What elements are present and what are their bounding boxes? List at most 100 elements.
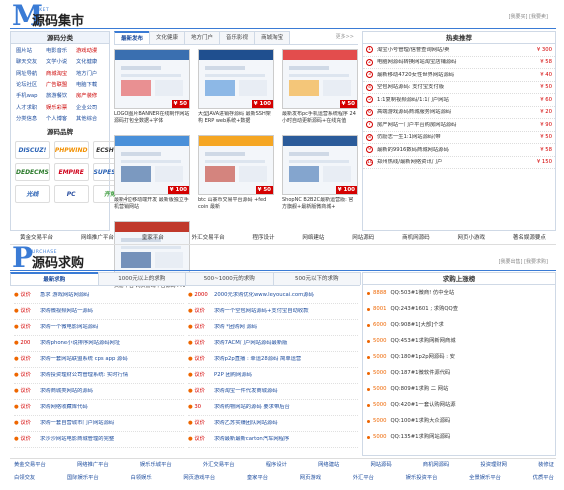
category-link[interactable]: 企业公司 — [76, 105, 106, 111]
category-link[interactable]: 论坛社区 — [16, 82, 46, 88]
want-title[interactable]: 求购购物网站的源码 要求带后台 — [214, 404, 358, 410]
hot-item[interactable]: 2 电脑网源码转换网站淘宝店铺源码 ¥ 58 — [363, 57, 555, 69]
want-row[interactable]: ● 议价 求购微视频网站一源码 — [14, 304, 184, 320]
want-tab[interactable]: 500~1000元的求购 — [185, 272, 274, 285]
category-link[interactable]: 房产装修 — [76, 93, 106, 99]
footer-link[interactable]: 网络建站 — [318, 462, 339, 468]
category-link[interactable]: 文化健康 — [76, 59, 106, 65]
want-row[interactable]: ● 议价 求购 *团购网 源码 — [188, 320, 358, 336]
want-tab[interactable]: 1000元以上的求购 — [97, 272, 186, 285]
market-header-links[interactable]: [我要买] [我要卖] — [509, 14, 548, 20]
want-row[interactable]: ● 议价 求购一个空包网站源码+支付宝自动收款 — [188, 304, 358, 320]
want-title[interactable]: 2000元求购优化www.leyoucai.com源码 — [214, 292, 358, 298]
want-title[interactable]: 求购投资理财公司管理系统: 实时行情 — [40, 372, 184, 378]
want-title[interactable]: 求购一套网站联盟系统 cps app 源码 — [40, 356, 184, 362]
rank-title[interactable]: QQ:187#1微软件源代码 — [390, 370, 450, 376]
brand-logo[interactable]: DEDECMS — [15, 163, 50, 182]
rank-title[interactable]: QQ:453#1求购网新网商城 — [390, 338, 455, 344]
category-link[interactable]: 游戏动漫 — [76, 48, 106, 54]
rank-item[interactable]: 8001 QQ:243#1601 ; 求购QQ查 — [363, 301, 555, 317]
want-title[interactable]: 求购一套自营城市门户网站源码 — [40, 420, 184, 426]
product-tab[interactable]: 音乐影视 — [219, 31, 256, 44]
product-tab[interactable]: 最新发布 — [114, 31, 151, 44]
brand-logo[interactable]: DISCUZ! — [15, 141, 50, 160]
hot-item-title[interactable]: 淘宝小号管理/信誉查询网站/卖 — [377, 47, 535, 53]
footer-link[interactable]: 外汇交易平台 — [203, 462, 235, 468]
footer-link[interactable]: 优质平台 — [533, 475, 554, 481]
want-row[interactable]: ● 议价 求购淘宝一件代发商城源码 — [188, 384, 358, 400]
want-row[interactable]: ● 30 求购购物网站的源码 要求带后台 — [188, 400, 358, 416]
want-title[interactable]: 求购商城类网站的源码 — [40, 388, 184, 394]
hot-item[interactable]: 10 郑州热线/最新网络资讯门户 ¥ 150 — [363, 157, 555, 169]
product-title[interactable]: LOGO图片BANNER在线制作网站源码打包全数据+字体 — [114, 111, 190, 133]
footer-link[interactable]: 投资理财网 — [480, 462, 507, 468]
category-link[interactable]: 电脑下载 — [76, 82, 106, 88]
product-thumbnail[interactable]: ¥ 50 — [282, 49, 358, 109]
product-tab[interactable]: 地方门户 — [184, 31, 221, 44]
product-card[interactable]: ¥ 50 最新发布pc手机运营系统程序 24小时自动更新源码+在线充值 — [282, 49, 358, 133]
hot-item-title[interactable]: 郑州热线/最新网络资讯门户 — [377, 159, 535, 165]
product-title[interactable]: 大型JAVA进销存源码 最新SSH架构 ERP web系统+数据 — [198, 111, 274, 133]
link-bar-item[interactable]: 网络推广平台 — [81, 235, 114, 244]
hot-item-title[interactable]: 电脑网源码转换网站淘宝店铺源码 — [377, 59, 538, 65]
footer-link[interactable]: 网站源码 — [370, 462, 391, 468]
hot-item-title[interactable]: 1:1复制视频源码/1:1门户网站 — [377, 97, 538, 103]
want-row[interactable]: ● 200 求购phone小说排序网站源码网址 — [14, 336, 184, 352]
hot-item[interactable]: 5 1:1复制视频源码/1:1门户网站 ¥ 60 — [363, 94, 555, 107]
product-title[interactable]: btc 山寨币交易平台源码 +fed coin 最新 — [198, 197, 274, 219]
footer-link[interactable]: 网页游戏 — [300, 475, 321, 481]
rank-title[interactable]: QQ:420#1一套认购网站源 — [390, 402, 455, 408]
want-tab[interactable]: 500元以下的求购 — [272, 272, 361, 285]
footer-link[interactable]: 外汇平台 — [353, 475, 374, 481]
product-tab[interactable]: 文化健康 — [149, 31, 186, 44]
want-title[interactable]: 求购乙苏实赚团队网站源码 — [214, 420, 358, 426]
hot-item[interactable]: 9 最新的9916数码商城网站源码 ¥ 58 — [363, 144, 555, 157]
want-row[interactable]: ● 议价 求购乙苏实赚团队网站源码 — [188, 416, 358, 432]
want-title[interactable]: 求购淘宝一件代发商城源码 — [214, 388, 358, 394]
link-bar-item[interactable]: 网站源码 — [352, 235, 374, 244]
category-link[interactable]: 个人博客 — [46, 116, 76, 122]
product-thumbnail[interactable]: ¥ 100 — [198, 49, 274, 109]
hot-item[interactable]: 4 空包网站源码: 支付宝支付版 ¥ 50 — [363, 82, 555, 94]
product-title[interactable]: 最新4位移动端开发 最新版独立手机营销网站 — [114, 197, 190, 219]
hot-item-title[interactable]: 房产网站一门户平台购房网站源码 — [377, 122, 538, 128]
link-bar-item[interactable]: 网页小游戏 — [458, 235, 486, 244]
product-tab[interactable]: 商城淘宝 — [254, 31, 291, 44]
want-row[interactable]: ● 2000 2000元求购优化www.leyoucai.com源码 — [188, 288, 358, 304]
hot-item[interactable]: 8 仿励志一生1:1网站源码(带 ¥ 50 — [363, 132, 555, 144]
footer-link[interactable]: 网络推广平台 — [77, 462, 109, 468]
category-link[interactable]: 文学小说 — [46, 59, 76, 65]
footer-link[interactable]: 娱乐乐城平台 — [140, 462, 172, 468]
tabs-more-link[interactable]: 更多>> — [336, 34, 354, 40]
want-title[interactable]: 求购p2p直播 : 幸运28源码 简单运营 — [214, 356, 358, 362]
hot-item-title[interactable]: 最新移动4720女性世界网站源码 — [377, 72, 538, 78]
rank-title[interactable]: QQ:135#1求购网站源码 — [390, 434, 450, 440]
want-title[interactable]: 求购网络收藏库代码 — [40, 404, 184, 410]
product-card[interactable]: ¥ 50 btc 山寨币交易平台源码 +fed coin 最新 — [198, 135, 274, 219]
want-row[interactable]: ● 议价 求购投资理财公司管理系统: 实时行情 — [14, 368, 184, 384]
rank-title[interactable]: QQ:908#1[大部]个求 — [390, 322, 443, 328]
rank-item[interactable]: 5000 QQ:180#1p2p网源码 : 安 — [363, 349, 555, 365]
want-row[interactable]: ● 议价 求购一套网站联盟系统 cps app 源码 — [14, 352, 184, 368]
rank-title[interactable]: QQ:180#1p2p网源码 : 安 — [390, 354, 454, 360]
rank-item[interactable]: 5000 QQ:420#1一套认购网站源 — [363, 397, 555, 413]
hot-item-title[interactable]: 仿励志一生1:1网站源码(带 — [377, 134, 538, 140]
footer-link[interactable]: 网页游戏平台 — [183, 475, 215, 481]
category-link[interactable]: 商城淘宝 — [46, 71, 76, 77]
product-card[interactable]: ¥ 100 大型JAVA进销存源码 最新SSH架构 ERP web系统+数据 — [198, 49, 274, 133]
footer-link[interactable]: 白领交友 — [14, 475, 35, 481]
want-title[interactable]: 求购7ACM门户网站源码最新版 — [214, 340, 358, 346]
rank-title[interactable]: QQ:809#1求购 二 网站 — [390, 386, 448, 392]
footer-link[interactable]: 黄金交易平台 — [14, 462, 46, 468]
brand-logo[interactable]: EMPIRE — [53, 163, 89, 182]
rank-item[interactable]: 5000 QQ:453#1求购网新网商城 — [363, 333, 555, 349]
want-title[interactable]: 求购 *团购网 源码 — [214, 324, 358, 330]
product-thumbnail[interactable]: ¥ 100 — [114, 135, 190, 195]
product-thumbnail[interactable]: ¥ 100 — [282, 135, 358, 195]
rank-item[interactable]: 6000 QQ:908#1[大部]个求 — [363, 317, 555, 333]
rank-item[interactable]: 5000 QQ:135#1求购网站源码 — [363, 429, 555, 445]
want-title[interactable]: 求购最新最新carton汽车网程序 — [214, 436, 358, 442]
rank-item[interactable]: 5000 QQ:187#1微软件源代码 — [363, 365, 555, 381]
link-bar-item[interactable]: 网络建站 — [302, 235, 324, 244]
rank-item[interactable]: 5000 QQ:100#1求购大众源码 — [363, 413, 555, 429]
